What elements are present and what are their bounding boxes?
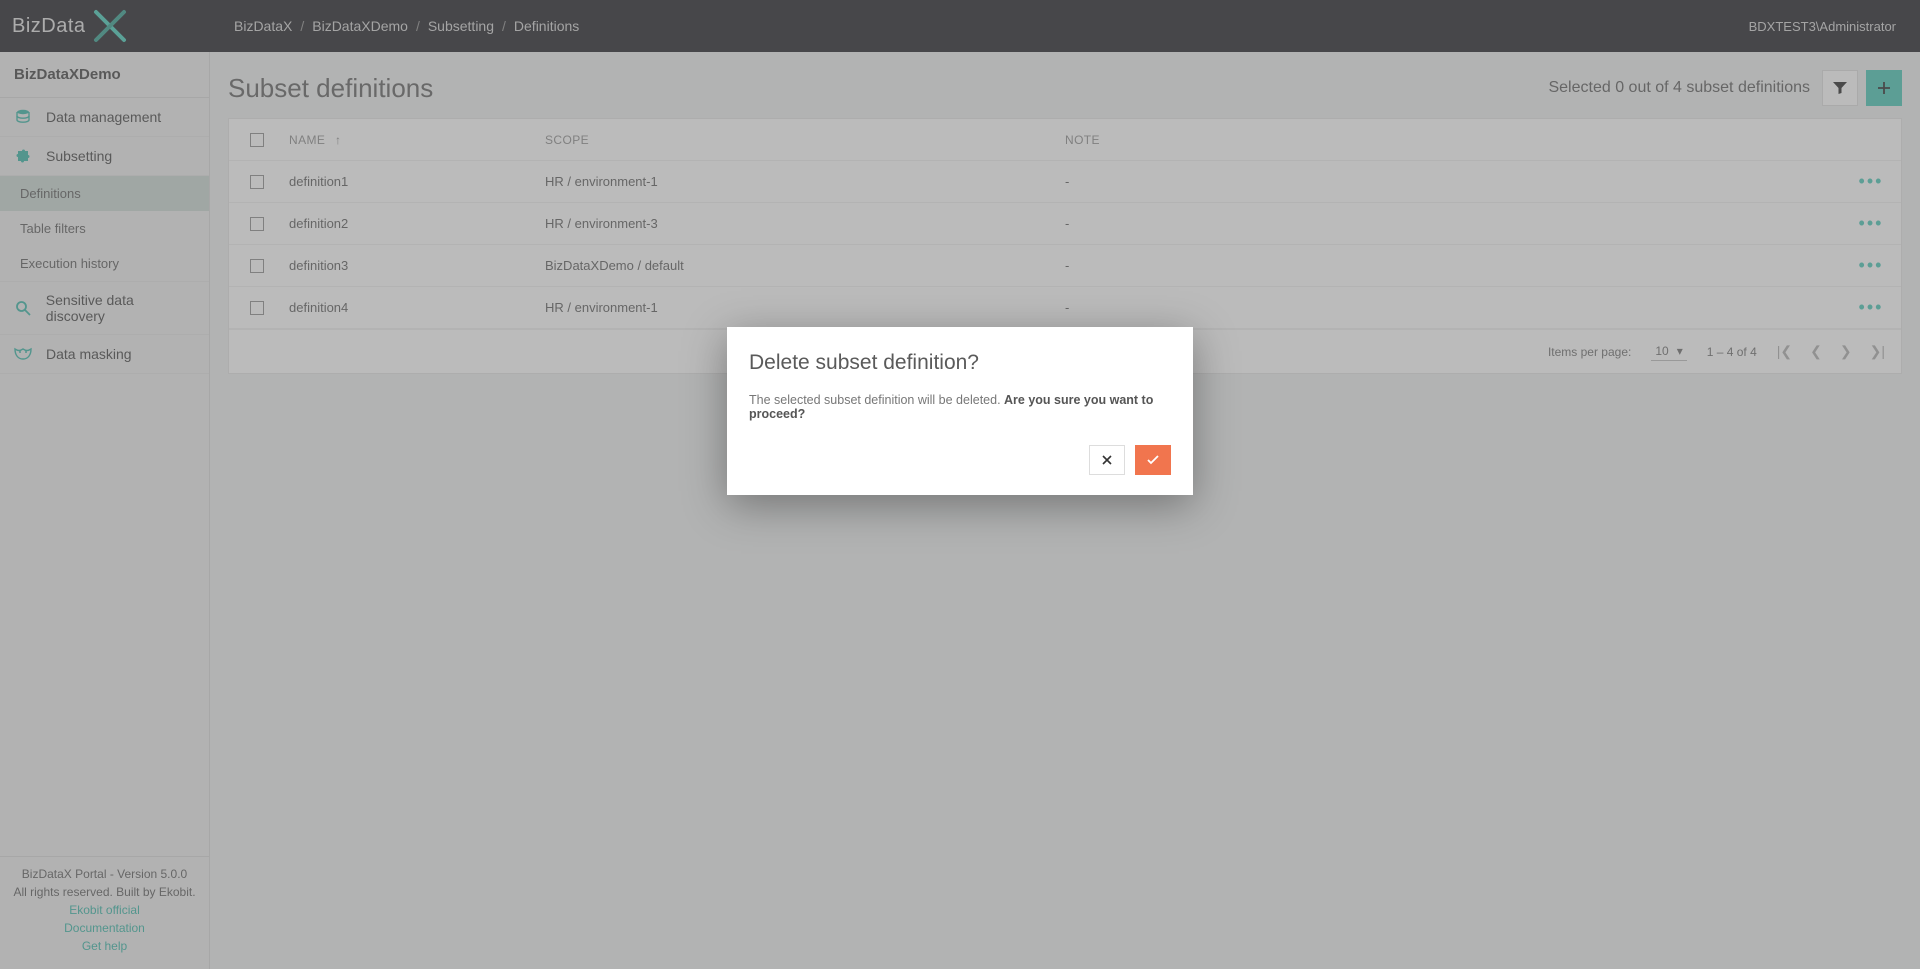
- dialog-text: The selected subset definition will be d…: [749, 393, 1171, 421]
- modal-overlay[interactable]: Delete subset definition? The selected s…: [0, 0, 1920, 969]
- dialog-title: Delete subset definition?: [749, 351, 1171, 375]
- delete-confirm-dialog: Delete subset definition? The selected s…: [727, 327, 1193, 495]
- close-icon: [1101, 454, 1113, 466]
- check-icon: [1146, 454, 1160, 466]
- confirm-button[interactable]: [1135, 445, 1171, 475]
- cancel-button[interactable]: [1089, 445, 1125, 475]
